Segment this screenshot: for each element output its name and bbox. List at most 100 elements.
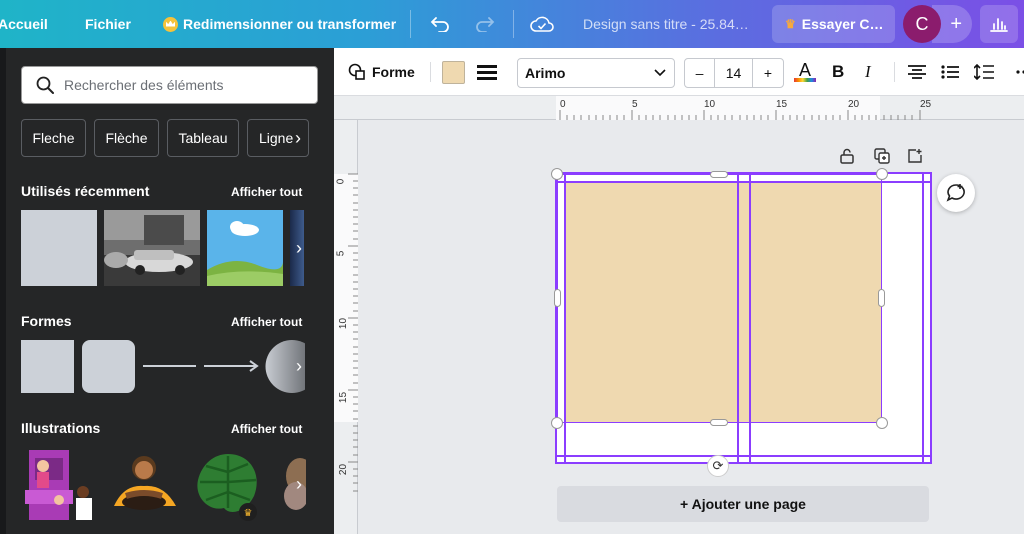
- divider: [410, 10, 411, 38]
- illustration-monstera[interactable]: ♛: [190, 446, 266, 522]
- chip-tableau[interactable]: Tableau: [167, 119, 239, 157]
- bold-button[interactable]: B: [832, 48, 844, 96]
- shape-line[interactable]: [143, 365, 196, 367]
- chevron-right-icon[interactable]: ›: [288, 352, 310, 380]
- resize-handle[interactable]: [876, 417, 888, 429]
- resize-handle[interactable]: [551, 168, 563, 180]
- italic-button[interactable]: I: [865, 48, 871, 96]
- align-center-icon[interactable]: [908, 48, 926, 96]
- bullet-list-icon[interactable]: [941, 48, 959, 96]
- table-gridline: [749, 174, 751, 464]
- chevron-down-icon: [654, 69, 666, 77]
- chevron-right-icon[interactable]: ›: [288, 234, 310, 262]
- crown-icon: [163, 16, 178, 32]
- divider: [513, 10, 514, 38]
- table-gridline: [557, 181, 931, 183]
- avatar[interactable]: C: [903, 5, 941, 43]
- svg-text:♛: ♛: [244, 508, 253, 519]
- font-size-stepper: – 14 +: [684, 58, 784, 88]
- redo-icon[interactable]: [475, 0, 495, 48]
- search-placeholder: Rechercher des éléments: [64, 77, 224, 93]
- ruler-label: 5: [335, 250, 347, 257]
- ruler-label: 0: [560, 99, 566, 110]
- try-pro-button[interactable]: ♛ Essayer C…: [772, 5, 895, 43]
- home-menu[interactable]: Accueil: [0, 0, 48, 48]
- increase-size-button[interactable]: +: [753, 59, 783, 87]
- plus-icon: +: [950, 12, 962, 35]
- file-menu[interactable]: Fichier: [85, 0, 131, 48]
- shape-selection-outline: [557, 174, 882, 423]
- font-size-input[interactable]: 14: [715, 59, 753, 87]
- ruler-vertical: 0 5 10 15 20: [334, 120, 358, 534]
- text-color-letter: A: [798, 60, 811, 80]
- shape-rounded-square[interactable]: [82, 340, 135, 393]
- fill-color-swatch[interactable]: [442, 61, 465, 84]
- elements-panel: Rechercher des éléments Fleche Flèche Ta…: [0, 48, 334, 534]
- decrease-size-button[interactable]: –: [685, 59, 715, 87]
- shape-arrow[interactable]: [204, 358, 260, 374]
- panel-scrollbar[interactable]: [0, 48, 6, 534]
- rotate-icon[interactable]: ⟳: [707, 455, 729, 477]
- shape-button[interactable]: Forme: [348, 48, 415, 96]
- resize-label: Redimensionner ou transformer: [183, 16, 397, 32]
- top-bar: Accueil Fichier Redimensionner ou transf…: [0, 0, 1024, 48]
- resize-button[interactable]: Redimensionner ou transformer: [163, 0, 396, 48]
- shape-label: Forme: [372, 64, 415, 80]
- insights-button[interactable]: [980, 5, 1018, 43]
- resize-handle[interactable]: [878, 289, 885, 307]
- font-name: Arimo: [525, 65, 566, 81]
- shape-square[interactable]: [21, 340, 74, 393]
- divider: [894, 62, 895, 82]
- undo-icon[interactable]: [430, 0, 450, 48]
- illustrations-see-all-link[interactable]: Afficher tout: [231, 422, 302, 436]
- recent-see-all-link[interactable]: Afficher tout: [231, 185, 302, 199]
- table-gridline: [557, 455, 931, 457]
- line-spacing-icon[interactable]: [974, 48, 994, 96]
- illustration-arcade[interactable]: [21, 446, 97, 522]
- divider: [430, 62, 431, 82]
- shape-icon: [348, 63, 365, 80]
- ruler-label: 15: [776, 99, 788, 110]
- text-color-button[interactable]: A: [794, 48, 816, 96]
- resize-handle[interactable]: [876, 168, 888, 180]
- table-gridline: [737, 174, 739, 464]
- ruler-label: 20: [848, 99, 860, 110]
- chevron-right-icon[interactable]: ›: [288, 470, 310, 498]
- font-select[interactable]: Arimo: [517, 58, 675, 88]
- border-style-icon[interactable]: [477, 65, 497, 86]
- illustration-person[interactable]: [104, 446, 180, 522]
- ruler-label: 10: [338, 317, 350, 330]
- resize-handle[interactable]: [710, 419, 728, 426]
- context-toolbar: Forme Arimo – 14 + A B I: [334, 48, 1024, 96]
- search-input[interactable]: Rechercher des éléments: [21, 66, 318, 104]
- duplicate-icon[interactable]: [873, 147, 891, 165]
- add-comment-icon[interactable]: [937, 174, 975, 212]
- design-title[interactable]: Design sans titre - 25.84…: [583, 0, 749, 48]
- chip-fleche[interactable]: Fleche: [21, 119, 86, 157]
- shapes-see-all-link[interactable]: Afficher tout: [231, 315, 302, 329]
- table-gridline: [922, 174, 924, 464]
- resize-handle[interactable]: [710, 171, 728, 178]
- resize-handle[interactable]: [551, 417, 563, 429]
- ruler-label: 20: [338, 463, 350, 476]
- add-page-icon[interactable]: [906, 147, 924, 165]
- cloud-saved-icon[interactable]: [530, 0, 554, 48]
- ruler-label: 0: [335, 178, 347, 185]
- shapes-title: Formes: [21, 313, 72, 329]
- search-icon: [30, 76, 60, 94]
- recent-item-landscape[interactable]: [207, 210, 283, 286]
- unlock-icon[interactable]: [838, 147, 856, 165]
- crown-icon: ♛: [785, 17, 796, 31]
- add-page-button[interactable]: + Ajouter une page: [557, 486, 929, 522]
- rainbow-bar: [794, 78, 816, 82]
- more-options-icon[interactable]: [1016, 48, 1024, 96]
- bar-chart-icon: [990, 18, 1008, 32]
- recent-item-photo[interactable]: [104, 210, 200, 286]
- ruler-label: 10: [704, 99, 716, 110]
- resize-handle[interactable]: [554, 289, 561, 307]
- chip-fleche-accent[interactable]: Flèche: [94, 119, 159, 157]
- ruler-label: 15: [338, 391, 350, 404]
- ruler-label: 25: [920, 99, 932, 110]
- recent-item-blank[interactable]: [21, 210, 97, 286]
- chevron-right-icon[interactable]: ›: [286, 119, 310, 157]
